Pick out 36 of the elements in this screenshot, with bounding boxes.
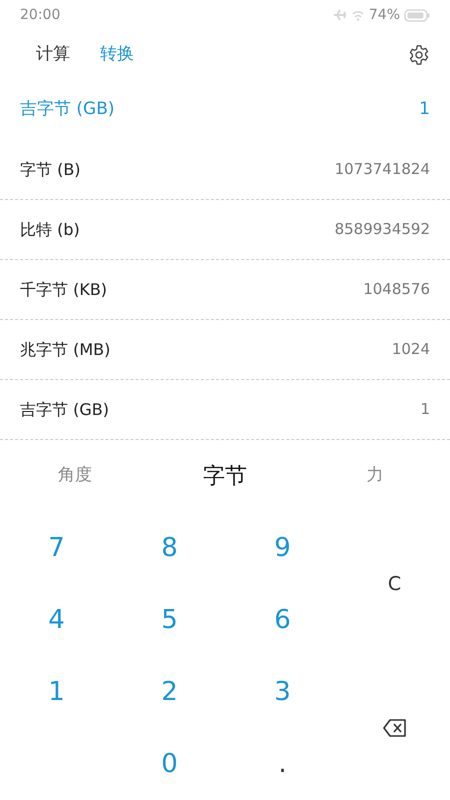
status-time: 20:00 xyxy=(20,6,60,24)
key-button[interactable]: 2 xyxy=(113,656,226,728)
key-button[interactable]: 6 xyxy=(226,584,339,656)
key-button[interactable]: 0 xyxy=(113,728,226,800)
unit-value: 1048576 xyxy=(363,279,430,300)
unit-name[interactable]: 吉字节 (GB) xyxy=(20,398,109,422)
tab[interactable]: 计算 xyxy=(36,42,70,68)
key-button[interactable]: 5 xyxy=(113,584,226,656)
clear-button[interactable]: C xyxy=(339,512,450,656)
key-button[interactable]: 3 xyxy=(226,656,339,728)
unit-value: 1 xyxy=(420,399,430,420)
backspace-icon xyxy=(382,719,406,737)
category-tab[interactable]: 角度 xyxy=(0,462,150,490)
tab[interactable]: 转换 xyxy=(100,42,134,68)
unit-name[interactable]: 比特 (b) xyxy=(20,218,80,242)
battery-percent: 74% xyxy=(368,6,400,24)
unit-name[interactable]: 兆字节 (MB) xyxy=(20,338,110,362)
unit-name[interactable]: 字节 (B) xyxy=(20,158,81,182)
decimal-point-button[interactable]: . xyxy=(226,728,339,800)
unit-value: 1024 xyxy=(392,339,430,360)
unit-value: 8589934592 xyxy=(334,219,430,240)
wifi-icon xyxy=(350,9,365,21)
unit-value: 1073741824 xyxy=(334,159,430,180)
category-tab[interactable]: 力 xyxy=(300,462,450,490)
battery-icon xyxy=(404,8,430,22)
key-button[interactable]: 8 xyxy=(113,512,226,584)
key-button[interactable]: 1 xyxy=(0,656,113,728)
settings-icon[interactable] xyxy=(408,44,430,66)
current-unit[interactable]: 吉字节 (GB) xyxy=(20,97,115,123)
key-button[interactable]: 9 xyxy=(226,512,339,584)
unit-name[interactable]: 千字节 (KB) xyxy=(20,278,108,302)
key-button[interactable]: 7 xyxy=(0,512,113,584)
category-tab[interactable]: 字节 xyxy=(150,458,300,494)
current-value: 1 xyxy=(419,98,430,122)
airplane-icon xyxy=(332,8,347,22)
key-button[interactable]: 4 xyxy=(0,584,113,656)
